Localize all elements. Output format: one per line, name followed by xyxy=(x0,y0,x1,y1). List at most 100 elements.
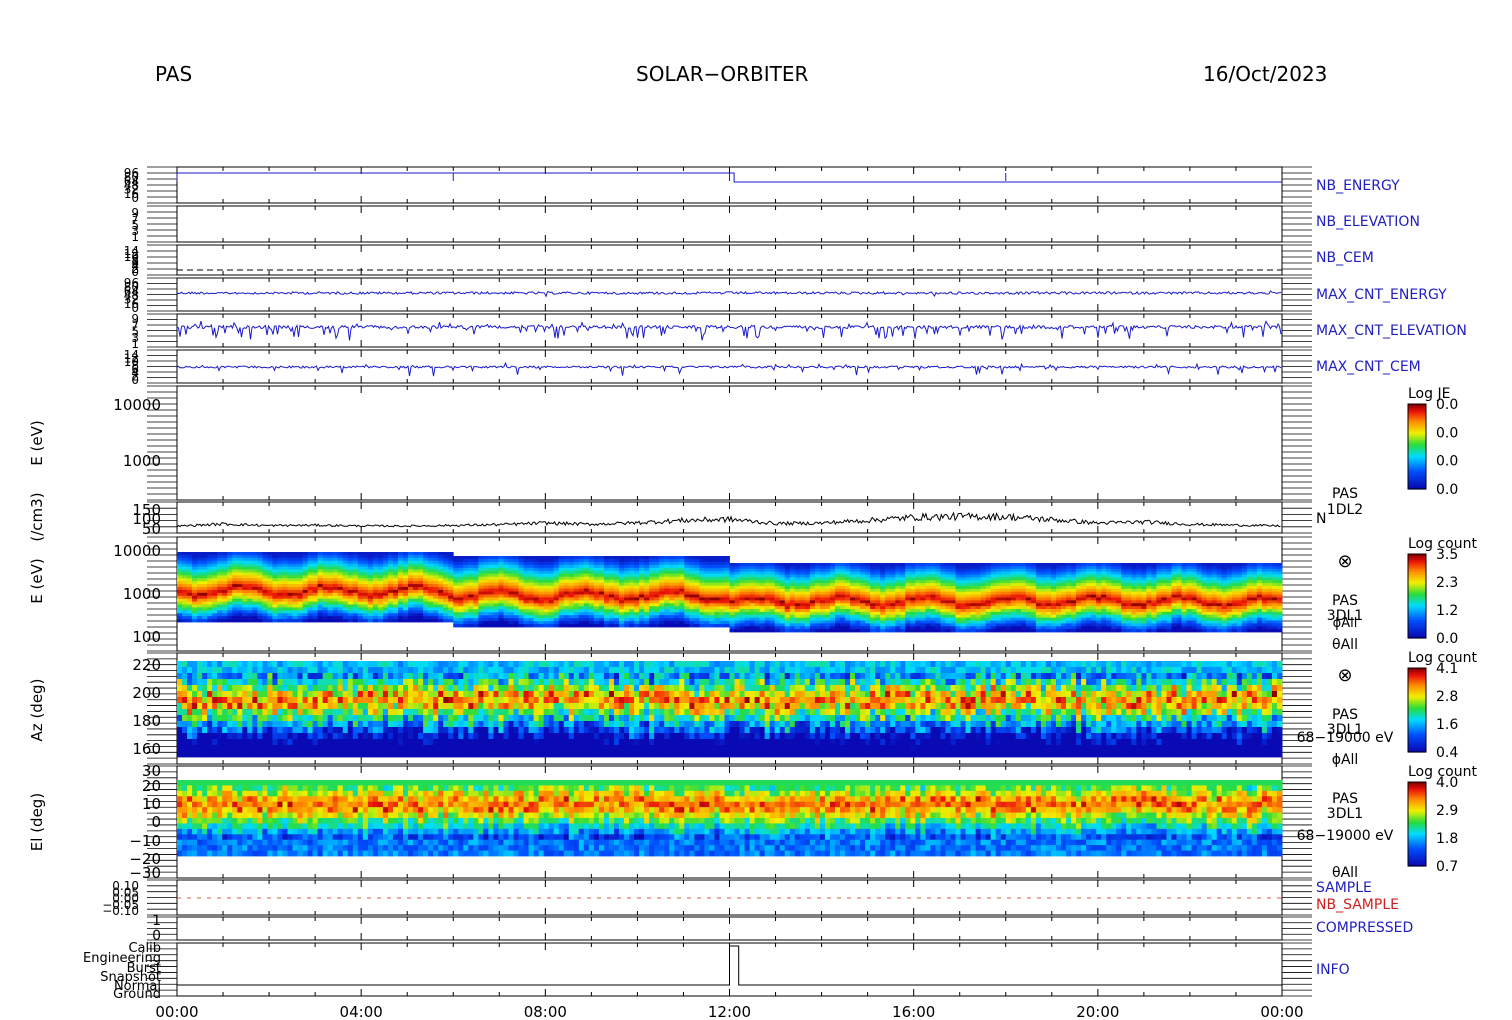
energy-cell xyxy=(453,588,459,592)
energy-cell xyxy=(297,616,303,620)
energy-cell xyxy=(423,578,429,582)
energy-cell xyxy=(513,573,519,578)
energy-cell xyxy=(367,552,374,556)
energy-cell xyxy=(865,603,871,607)
energy-cell xyxy=(543,612,550,616)
energy-cell xyxy=(935,574,941,578)
energy-cell xyxy=(739,603,745,607)
energy-cell xyxy=(362,619,369,623)
energy-cell xyxy=(960,568,966,573)
energy-cell xyxy=(217,587,223,591)
energy-cell xyxy=(568,612,575,616)
energy-cell xyxy=(503,591,509,595)
energy-cell xyxy=(759,620,766,624)
energy-cell xyxy=(915,600,921,604)
energy-cell xyxy=(669,567,675,572)
energy-cell xyxy=(689,615,695,619)
energy-cell xyxy=(463,564,469,569)
energy-cell xyxy=(287,560,293,565)
energy-cell xyxy=(473,603,479,607)
energy-cell xyxy=(483,570,489,575)
energy-cell xyxy=(187,610,193,614)
energy-cell xyxy=(443,563,449,567)
energy-cell xyxy=(362,607,369,611)
energy-cell xyxy=(377,560,384,565)
energy-cell xyxy=(699,594,705,598)
energy-cell xyxy=(337,569,344,573)
energy-cell xyxy=(945,563,951,567)
energy-cell xyxy=(759,577,766,581)
energy-cell xyxy=(865,600,871,604)
energy-cell xyxy=(488,567,494,572)
energy-cell xyxy=(563,594,570,598)
energy-cell xyxy=(719,621,725,625)
energy-cell xyxy=(262,595,268,600)
energy-cell xyxy=(493,621,499,625)
energy-cell xyxy=(684,621,690,625)
energy-cell xyxy=(910,629,916,633)
energy-cell xyxy=(182,552,188,556)
energy-cell xyxy=(387,619,394,623)
energy-cell xyxy=(367,578,374,582)
energy-cell xyxy=(347,610,354,614)
energy-cell xyxy=(488,624,494,628)
energy-cell xyxy=(518,603,524,607)
energy-cell xyxy=(935,603,941,607)
energy-cell xyxy=(528,582,535,586)
energy-cell xyxy=(814,606,821,610)
energy-cell xyxy=(242,613,248,617)
energy-cell xyxy=(779,626,786,630)
energy-cell xyxy=(222,592,228,597)
energy-cell xyxy=(624,588,630,592)
energy-cell xyxy=(905,614,911,619)
energy-cell xyxy=(613,594,620,598)
energy-cell xyxy=(448,566,454,570)
energy-cell xyxy=(905,597,911,601)
energy-cell xyxy=(317,563,324,567)
energy-cell xyxy=(814,603,821,607)
energy-cell xyxy=(915,563,921,567)
energy-cell xyxy=(307,581,314,585)
energy-cell xyxy=(930,565,936,570)
energy-cell xyxy=(779,583,786,587)
energy-cell xyxy=(824,629,831,633)
energy-cell xyxy=(684,579,690,584)
energy-cell xyxy=(960,603,966,607)
energy-cell xyxy=(573,564,580,569)
energy-cell xyxy=(357,613,364,617)
energy-cell xyxy=(945,580,951,584)
energy-cell xyxy=(950,565,956,570)
energy-cell xyxy=(453,570,459,575)
energy-cell xyxy=(819,611,826,616)
energy-cell xyxy=(739,623,745,627)
energy-cell xyxy=(739,606,745,610)
energy-cell xyxy=(418,592,424,597)
energy-cell xyxy=(799,574,806,578)
energy-cell xyxy=(548,570,555,575)
energy-cell xyxy=(392,569,399,573)
energy-cell xyxy=(312,578,319,582)
energy-cell xyxy=(448,572,454,576)
energy-cell xyxy=(749,606,756,610)
energy-cell xyxy=(734,563,740,567)
energy-cell xyxy=(850,603,856,607)
energy-cell xyxy=(317,578,324,582)
energy-cell xyxy=(960,626,966,630)
energy-cell xyxy=(910,611,916,616)
energy-cell xyxy=(533,615,540,619)
energy-cell xyxy=(488,570,494,575)
energy-cell xyxy=(925,623,931,627)
energy-cell xyxy=(267,566,273,570)
energy-cell xyxy=(367,575,374,579)
energy-cell xyxy=(684,591,690,595)
energy-cell xyxy=(478,558,484,563)
energy-cell xyxy=(347,566,354,570)
energy-cell xyxy=(297,587,303,591)
energy-cell xyxy=(312,581,319,585)
energy-cell xyxy=(423,595,429,600)
energy-cell xyxy=(799,603,806,607)
energy-cell xyxy=(257,601,263,605)
energy-cell xyxy=(382,616,389,620)
energy-cell xyxy=(362,554,369,559)
energy-cell xyxy=(900,594,906,598)
